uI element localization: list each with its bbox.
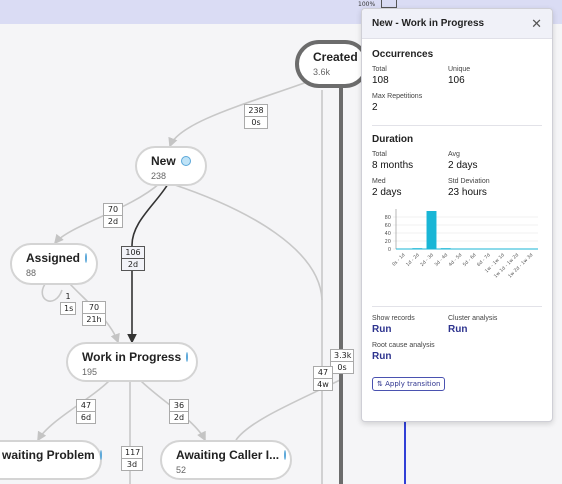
node-info-icon[interactable]	[85, 253, 88, 263]
histogram-bar	[440, 248, 451, 249]
std-deviation-value: 23 hours	[448, 187, 487, 198]
edge-new-right	[171, 183, 323, 484]
node-awaiting-problem[interactable]: waiting Problem	[0, 440, 102, 480]
duration-heading: Duration	[372, 134, 414, 145]
minimap-frame-line-bottom	[404, 420, 406, 484]
x-tick-label: 1w 2d - 1w 3d	[507, 252, 534, 279]
y-tick-label: 40	[385, 231, 391, 237]
node-info-icon[interactable]	[99, 450, 102, 460]
avg-label: Avg	[448, 151, 460, 158]
x-tick-label: 0s - 1d	[391, 252, 406, 267]
y-tick-label: 80	[385, 215, 391, 221]
y-tick-label: 0	[388, 247, 391, 253]
node-created[interactable]: Created 3.6k	[295, 40, 369, 88]
cluster-analysis-run-link[interactable]: Run	[448, 324, 524, 335]
y-tick-label: 60	[385, 223, 391, 229]
std-deviation-label: Std Deviation	[448, 178, 490, 185]
y-tick-label: 20	[385, 239, 391, 245]
show-records-run-link[interactable]: Run	[372, 324, 448, 335]
occurrences-heading: Occurrences	[372, 49, 434, 60]
x-tick-label: 2d - 3d	[419, 252, 435, 268]
edge-label-right[interactable]: 47 4w	[313, 366, 333, 391]
node-info-icon[interactable]	[180, 156, 191, 166]
edge-label-wip-down[interactable]: 117 3d	[121, 446, 143, 471]
histogram-bar	[412, 248, 423, 249]
root-cause-run-link[interactable]: Run	[372, 351, 448, 362]
total-value: 108	[372, 75, 389, 86]
apply-transition-button[interactable]: ⇅ Apply transition	[372, 377, 446, 391]
node-assigned[interactable]: Assigned 88	[10, 243, 98, 285]
unique-label: Unique	[448, 66, 471, 73]
x-tick-label: 4d - 5d	[448, 252, 464, 268]
x-tick-label: 1w 1d - 1w 2d	[493, 252, 520, 279]
total-label: Total	[372, 66, 387, 73]
edge-label-wip-caller[interactable]: 36 2d	[169, 399, 189, 424]
divider	[372, 306, 542, 307]
panel-title: New - Work in Progress	[372, 18, 485, 29]
duration-total-label: Total	[372, 151, 387, 158]
panel-header: New - Work in Progress ✕	[362, 9, 552, 39]
node-work-in-progress[interactable]: Work in Progress 195	[66, 342, 198, 382]
max-repetitions-value: 2	[372, 102, 378, 113]
edge-label-new-wip[interactable]: 106 2d	[121, 246, 145, 271]
duration-histogram: 0 20 40 60 80 0s - 1d 1d - 2d 2d - 3d 3d - 4d 4d …	[385, 209, 538, 279]
x-tick-label: 3d - 4d	[433, 252, 449, 268]
unique-value: 106	[448, 75, 465, 86]
x-tick-label: 1d - 2d	[405, 252, 421, 268]
edge-label-assigned-wip[interactable]: 70 21h	[82, 301, 106, 326]
edge-wip-problem	[37, 379, 111, 442]
transition-details-panel: New - Work in Progress ✕ Occurrences Tot…	[361, 8, 553, 422]
median-label: Med	[372, 178, 386, 185]
root-cause-label: Root cause analysis	[372, 342, 435, 349]
x-tick-label: 5d - 6d	[462, 252, 478, 268]
cluster-analysis-label: Cluster analysis	[448, 315, 498, 322]
close-icon[interactable]: ✕	[531, 16, 542, 32]
edge-label-new-assigned[interactable]: 70 2d	[103, 203, 123, 228]
edge-label-wip-problem[interactable]: 47 6d	[76, 399, 96, 424]
edge-label-created-new[interactable]: 238 0s	[244, 104, 268, 129]
node-new[interactable]: New 238	[135, 146, 207, 186]
created-main-flow	[339, 80, 343, 484]
node-info-icon[interactable]	[284, 450, 287, 460]
max-repetitions-label: Max Repetitions	[372, 93, 423, 100]
divider	[372, 125, 542, 126]
duration-total-value: 8 months	[372, 160, 414, 171]
avg-value: 2 days	[448, 160, 478, 171]
median-value: 2 days	[372, 187, 402, 198]
histogram-bar	[426, 211, 437, 249]
node-awaiting-caller[interactable]: Awaiting Caller I... 52	[160, 440, 292, 480]
show-records-label: Show records	[372, 315, 415, 322]
edge-label-assigned-loop[interactable]: 1 1s	[60, 291, 76, 315]
node-info-icon[interactable]	[186, 352, 189, 362]
edge-label-created-wip[interactable]: 3.3k 0s	[330, 349, 354, 374]
